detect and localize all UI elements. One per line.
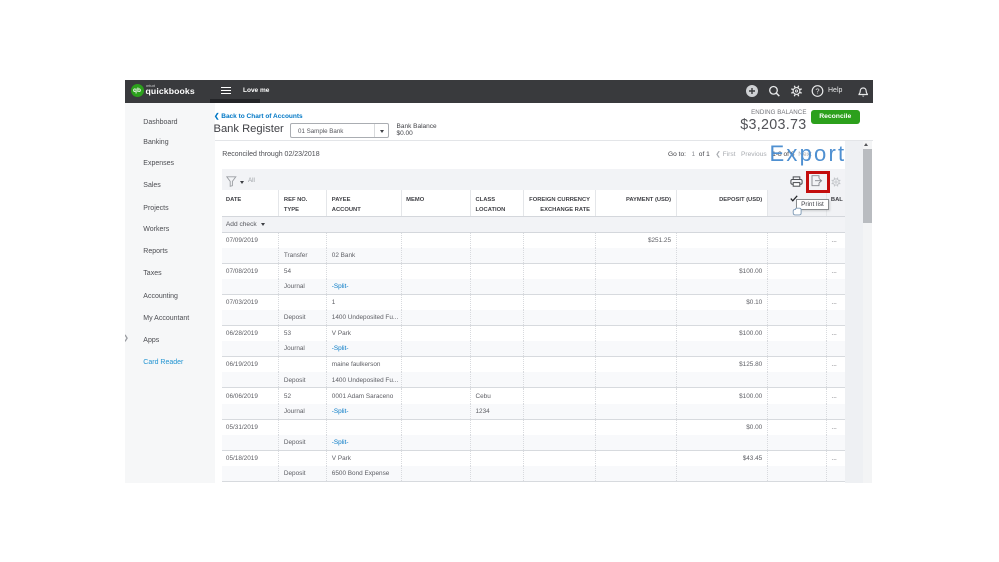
svg-text:?: ? [815,87,819,96]
